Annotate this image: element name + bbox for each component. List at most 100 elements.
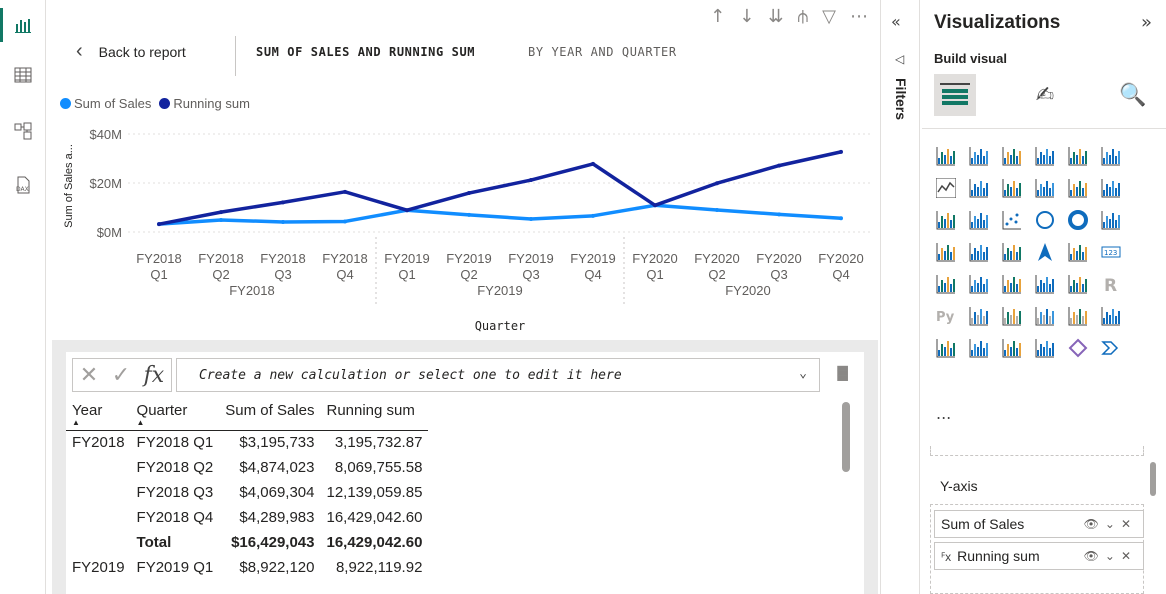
chevron-icon[interactable] bbox=[1101, 338, 1121, 358]
fx-icon[interactable]: fx bbox=[144, 363, 165, 388]
python-visual-icon[interactable]: Py bbox=[936, 306, 956, 326]
field-label: Sum of Sales bbox=[941, 516, 1025, 532]
gauge-icon[interactable] bbox=[1068, 242, 1088, 262]
diamond-icon[interactable] bbox=[1068, 338, 1088, 358]
divider bbox=[922, 128, 1166, 129]
field-sum-of-sales[interactable]: Sum of Sales 👁⌄✕ bbox=[934, 510, 1144, 538]
slicer-icon[interactable] bbox=[1002, 274, 1022, 294]
table-row[interactable]: FY2019 FY2019 Q1 $8,922,120 8,922,119.92 bbox=[66, 555, 428, 580]
format-icon[interactable]: ▬ ▬ ▬ bbox=[836, 361, 849, 385]
table-row[interactable]: FY2018 Q4 $4,289,983 16,429,042.60 bbox=[66, 505, 428, 530]
column-header-quarter[interactable]: Quarter ▲ bbox=[130, 400, 220, 431]
qa-icon[interactable] bbox=[1035, 306, 1055, 326]
format-visual-tab-icon[interactable]: ✍ bbox=[1024, 74, 1066, 116]
treemap-icon[interactable] bbox=[1101, 210, 1121, 230]
more-visuals-icon[interactable]: ... bbox=[936, 404, 951, 423]
goals-icon[interactable] bbox=[1101, 306, 1121, 326]
cell-running: 16,429,042.60 bbox=[326, 534, 423, 551]
100-column-icon[interactable] bbox=[1101, 146, 1121, 166]
cell-quarter: FY2018 Q1 bbox=[136, 434, 214, 452]
shape-map-icon[interactable] bbox=[1002, 242, 1022, 262]
line-clustered-icon[interactable] bbox=[1068, 178, 1088, 198]
sort-up-icon[interactable]: ↑ bbox=[710, 6, 725, 27]
analytics-tab-icon[interactable]: 🔍 bbox=[1112, 74, 1154, 116]
key-influencers-icon[interactable] bbox=[969, 306, 989, 326]
azure-map-icon[interactable] bbox=[1035, 242, 1055, 262]
stacked-bar-icon[interactable] bbox=[936, 146, 956, 166]
commit-icon[interactable]: ✓ bbox=[112, 363, 130, 388]
more-icon[interactable]: ⋯ bbox=[850, 6, 868, 27]
add-data-tab-icon[interactable] bbox=[934, 74, 976, 116]
column-header-running[interactable]: Running sum bbox=[320, 400, 429, 431]
paginated-icon[interactable] bbox=[936, 338, 956, 358]
matrix-icon[interactable] bbox=[1068, 274, 1088, 294]
cell-quarter: FY2019 Q1 bbox=[136, 559, 214, 576]
cancel-icon[interactable]: ✕ bbox=[80, 363, 98, 388]
model-view-icon[interactable] bbox=[9, 118, 37, 144]
chart-subtitle: BY YEAR AND QUARTER bbox=[528, 45, 677, 59]
funnel-icon[interactable] bbox=[969, 210, 989, 230]
line-stacked-icon[interactable] bbox=[1035, 178, 1055, 198]
formula-bar-input[interactable]: Create a new calculation or select one t… bbox=[176, 358, 820, 392]
column-header-sales[interactable]: Sum of Sales bbox=[219, 400, 321, 431]
x-tick-label-quarter: Q2 bbox=[708, 267, 725, 282]
clustered-column-icon[interactable] bbox=[1035, 146, 1055, 166]
area-icon[interactable] bbox=[969, 178, 989, 198]
line-chart[interactable]: $0M$20M$40MSum of Sales a...FY2018Q1FY20… bbox=[52, 110, 878, 340]
r-visual-icon[interactable]: R bbox=[1101, 274, 1121, 296]
scatter-icon[interactable] bbox=[1002, 210, 1022, 230]
drill-all-icon[interactable]: ⇊ bbox=[768, 6, 783, 27]
x-tick-label-year: FY2019 bbox=[570, 251, 616, 266]
x-tick-label-quarter: Q3 bbox=[770, 267, 787, 282]
table-row[interactable]: FY2018 Q3 $4,069,304 12,139,059.85 bbox=[66, 480, 428, 505]
power-automate-icon[interactable] bbox=[1002, 338, 1022, 358]
field-actions[interactable]: 👁⌄✕ bbox=[1084, 549, 1137, 563]
power-apps-icon[interactable] bbox=[969, 338, 989, 358]
100-bar-icon[interactable] bbox=[1068, 146, 1088, 166]
x-tick-label-year: FY2020 bbox=[632, 251, 678, 266]
expand-filters-icon[interactable]: « bbox=[891, 12, 901, 31]
clustered-bar-icon[interactable] bbox=[1002, 146, 1022, 166]
card-icon[interactable]: 123 bbox=[1101, 242, 1121, 262]
stacked-area-icon[interactable] bbox=[1002, 178, 1022, 198]
table-icon[interactable] bbox=[1035, 274, 1055, 294]
chevron-down-icon[interactable]: ⌄ bbox=[799, 366, 807, 381]
narrative-icon[interactable] bbox=[1068, 306, 1088, 326]
table-row[interactable]: FY2018 Q2 $4,874,023 8,069,755.58 bbox=[66, 455, 428, 480]
smart-narrative-icon[interactable] bbox=[1035, 338, 1055, 358]
total-row[interactable]: Total $16,429,043 16,429,042.60 bbox=[66, 530, 428, 555]
expand-hierarchy-icon[interactable]: ⫛ bbox=[797, 6, 808, 27]
filled-map-icon[interactable] bbox=[969, 242, 989, 262]
waterfall-icon[interactable] bbox=[936, 210, 956, 230]
table-row[interactable]: FY2018 FY2018 Q1 $3,195,733 3,195,732.87 bbox=[66, 430, 428, 455]
kpi-icon[interactable] bbox=[969, 274, 989, 294]
cell-running: 3,195,732.87 bbox=[334, 434, 423, 452]
legend-dot bbox=[60, 98, 71, 109]
stacked-column-icon[interactable] bbox=[969, 146, 989, 166]
data-point bbox=[653, 203, 657, 208]
line-chart-icon[interactable] bbox=[935, 177, 957, 199]
dax-query-view-icon[interactable]: DAX bbox=[9, 172, 37, 198]
pane-scrollbar[interactable] bbox=[1150, 462, 1156, 496]
donut-icon[interactable] bbox=[1068, 210, 1088, 230]
x-tick-label-quarter: Q4 bbox=[832, 267, 849, 282]
filters-pane[interactable]: « ◁ Filters bbox=[880, 0, 920, 594]
cell-running: 8,069,755.58 bbox=[334, 459, 423, 476]
legend-item-sales[interactable]: Sum of Sales bbox=[60, 96, 151, 111]
field-actions[interactable]: 👁⌄✕ bbox=[1084, 517, 1137, 531]
column-header-year[interactable]: Year ▲ bbox=[66, 400, 131, 431]
multi-row-card-icon[interactable] bbox=[936, 274, 956, 294]
field-running-sum[interactable]: ꟳx Running sum 👁⌄✕ bbox=[934, 542, 1144, 570]
sort-down-icon[interactable]: ↓ bbox=[739, 6, 754, 27]
collapse-pane-icon[interactable]: » bbox=[1141, 12, 1152, 33]
legend-item-running[interactable]: Running sum bbox=[159, 96, 250, 111]
decomposition-tree-icon[interactable] bbox=[1002, 306, 1022, 326]
pie-icon[interactable] bbox=[1035, 210, 1055, 230]
report-view-icon[interactable] bbox=[9, 12, 37, 38]
back-to-report-button[interactable]: ‹ Back to report bbox=[76, 40, 186, 63]
table-scrollbar[interactable] bbox=[842, 402, 850, 472]
ribbon-icon[interactable] bbox=[1101, 178, 1121, 198]
map-icon[interactable] bbox=[936, 242, 956, 262]
filter-icon[interactable]: ▽ bbox=[822, 6, 836, 27]
table-view-icon[interactable] bbox=[9, 62, 37, 88]
